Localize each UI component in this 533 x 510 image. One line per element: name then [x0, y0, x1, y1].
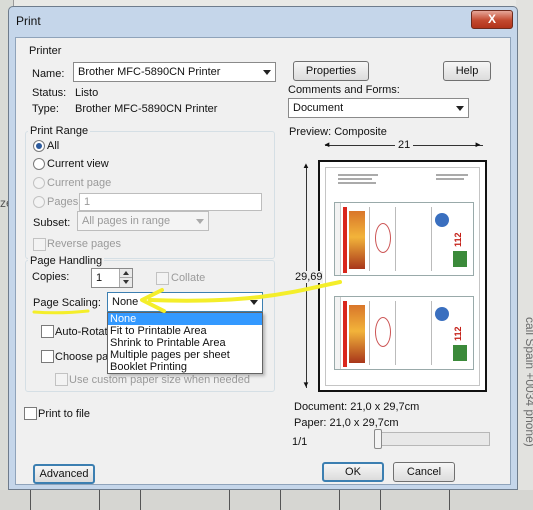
annotation-underline: [32, 309, 90, 315]
annotation-arrow-line: [148, 280, 342, 303]
annotation-overlay: [32, 280, 342, 315]
